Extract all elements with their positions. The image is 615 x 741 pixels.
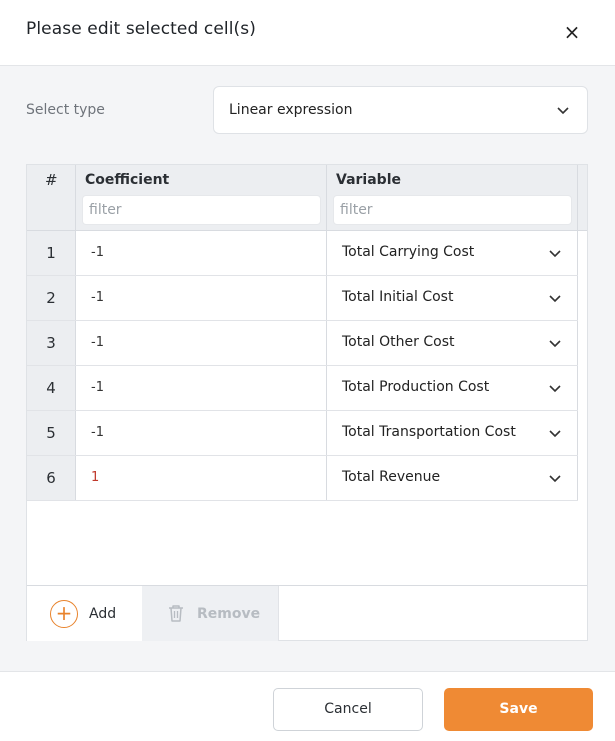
chevron-down-icon: [549, 385, 561, 393]
table-row: 5 -1 Total Transportation Cost: [27, 411, 578, 456]
select-type-label: Select type: [26, 102, 105, 118]
table-toolbar: + Add Remove: [27, 585, 587, 641]
chevron-down-icon: [549, 250, 561, 258]
coefficient-cell[interactable]: -1: [76, 411, 327, 455]
variable-value: Total Initial Cost: [342, 289, 454, 305]
chevron-down-icon: [557, 107, 569, 115]
remove-row-button[interactable]: Remove: [142, 586, 279, 641]
add-label: Add: [89, 606, 117, 622]
variable-value: Total Transportation Cost: [342, 424, 516, 440]
coefficient-value: 1: [91, 470, 100, 485]
coefficient-cell[interactable]: -1: [76, 321, 327, 365]
expression-table: # Coefficient Variable 1 -1 Total Carryi…: [26, 164, 588, 641]
table-row: 2 -1 Total Initial Cost: [27, 276, 578, 321]
table-row: 3 -1 Total Other Cost: [27, 321, 578, 366]
variable-select[interactable]: Total Other Cost: [327, 321, 578, 365]
row-number: 1: [27, 231, 76, 275]
coefficient-cell[interactable]: -1: [76, 276, 327, 320]
column-header-num: #: [27, 165, 76, 231]
variable-select[interactable]: Total Production Cost: [327, 366, 578, 410]
close-icon[interactable]: ×: [559, 20, 585, 44]
row-number: 2: [27, 276, 76, 320]
variable-value: Total Carrying Cost: [342, 244, 475, 260]
chevron-down-icon: [549, 475, 561, 483]
variable-filter-input[interactable]: [333, 195, 572, 225]
variable-select[interactable]: Total Transportation Cost: [327, 411, 578, 455]
coefficient-cell[interactable]: -1: [76, 231, 327, 275]
type-select-dropdown[interactable]: Linear expression: [213, 86, 588, 134]
save-button[interactable]: Save: [444, 688, 593, 731]
variable-value: Total Production Cost: [342, 379, 490, 395]
column-variable-label: Variable: [336, 172, 401, 188]
column-coefficient-label: Coefficient: [85, 172, 170, 188]
dialog-footer: Cancel Save: [0, 671, 615, 741]
coefficient-value: -1: [91, 425, 104, 440]
dialog-header: Please edit selected cell(s) ×: [0, 0, 615, 66]
coefficient-value: -1: [91, 290, 104, 305]
trash-icon: [169, 605, 183, 622]
table-row: 1 -1 Total Carrying Cost: [27, 231, 578, 276]
coefficient-cell[interactable]: -1: [76, 366, 327, 410]
coefficient-value: -1: [91, 335, 104, 350]
variable-select[interactable]: Total Initial Cost: [327, 276, 578, 320]
chevron-down-icon: [549, 430, 561, 438]
chevron-down-icon: [549, 295, 561, 303]
table-header: # Coefficient Variable: [27, 165, 587, 231]
row-number: 3: [27, 321, 76, 365]
table-row: 6 1 Total Revenue: [27, 456, 578, 501]
column-header-coefficient: Coefficient: [76, 165, 327, 231]
row-number: 6: [27, 456, 76, 500]
coefficient-value: -1: [91, 380, 104, 395]
row-number: 5: [27, 411, 76, 455]
coefficient-filter-input[interactable]: [82, 195, 321, 225]
add-row-button[interactable]: + Add: [27, 586, 142, 641]
variable-value: Total Other Cost: [342, 334, 455, 350]
variable-value: Total Revenue: [342, 469, 441, 485]
plus-circle-icon: +: [50, 600, 78, 628]
dialog-title: Please edit selected cell(s): [26, 19, 256, 39]
column-header-variable: Variable: [327, 165, 578, 231]
chevron-down-icon: [549, 340, 561, 348]
coefficient-cell[interactable]: 1: [76, 456, 327, 500]
variable-select[interactable]: Total Revenue: [327, 456, 578, 500]
column-num-label: #: [45, 171, 58, 189]
remove-label: Remove: [197, 606, 261, 622]
table-row: 4 -1 Total Production Cost: [27, 366, 578, 411]
coefficient-value: -1: [91, 245, 104, 260]
cancel-button[interactable]: Cancel: [273, 688, 423, 731]
variable-select[interactable]: Total Carrying Cost: [327, 231, 578, 275]
type-select-value: Linear expression: [229, 102, 353, 118]
row-number: 4: [27, 366, 76, 410]
